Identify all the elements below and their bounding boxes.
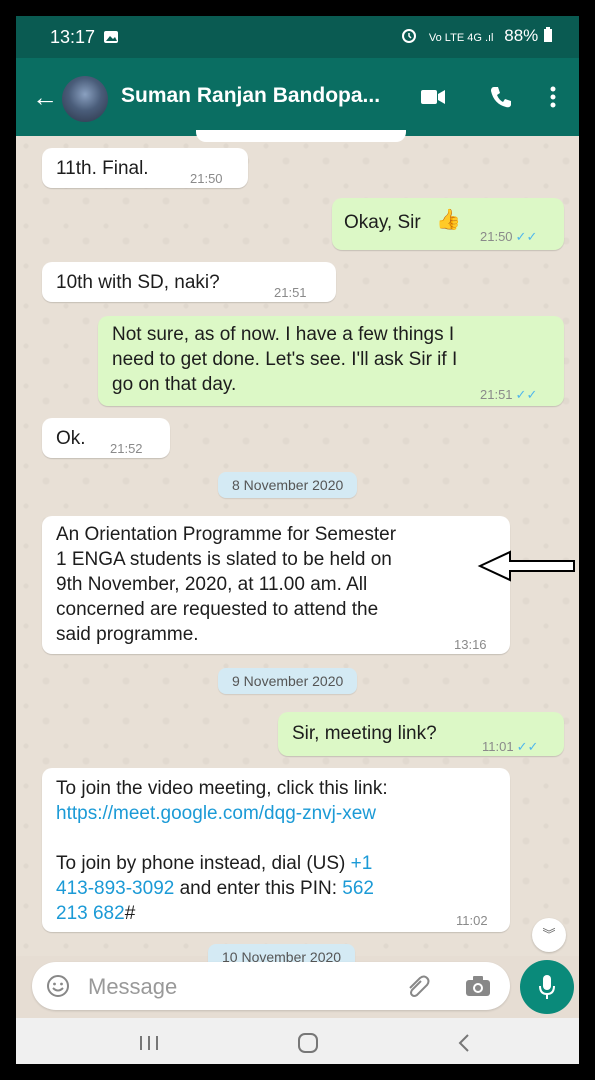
message-text: Ok. bbox=[56, 428, 86, 449]
message-input[interactable]: Message bbox=[32, 962, 510, 1010]
previous-bubble-edge bbox=[196, 130, 406, 142]
annotation-arrow bbox=[477, 550, 575, 582]
message-bubble[interactable]: To join the video meeting, click this li… bbox=[42, 768, 510, 932]
mic-icon bbox=[539, 975, 555, 999]
message-bubble[interactable]: 11th. Final. 21:50 bbox=[42, 148, 248, 188]
phone-link[interactable]: +1 bbox=[351, 853, 373, 874]
status-right: Vo LTE 4G .ıl 88% bbox=[400, 26, 553, 46]
system-nav-bar bbox=[16, 1018, 579, 1064]
image-icon bbox=[104, 31, 119, 43]
contact-name[interactable]: Suman Ranjan Bandopa... bbox=[121, 84, 380, 108]
recents-icon[interactable] bbox=[138, 1034, 160, 1052]
battery-level: 88% bbox=[504, 26, 539, 45]
message-time: 11:02 bbox=[456, 913, 488, 928]
arrow-left-icon[interactable]: ← bbox=[32, 84, 58, 110]
read-ticks-icon: ✓✓ bbox=[516, 739, 539, 754]
message-bubble[interactable]: 10th with SD, naki? 21:51 bbox=[42, 262, 336, 302]
video-icon[interactable] bbox=[418, 82, 448, 112]
status-time: 13:17 bbox=[50, 26, 96, 47]
message-text: Okay, Sir bbox=[344, 212, 421, 233]
phone-link[interactable]: 413-893-3092 bbox=[56, 878, 174, 899]
message-bubble[interactable]: Sir, meeting link? 11:01 ✓✓ bbox=[278, 712, 564, 756]
message-text: Sir, meeting link? bbox=[292, 723, 437, 744]
message-text: An Orientation Programme for Semester 1 … bbox=[56, 524, 397, 645]
thumbs-up-icon: 👍 bbox=[436, 209, 461, 231]
more-vert-icon[interactable] bbox=[546, 82, 560, 112]
phone-icon[interactable] bbox=[486, 82, 516, 112]
status-bar: 13:17 Vo LTE 4G .ıl 88% bbox=[16, 16, 579, 58]
input-bar: Message bbox=[16, 956, 579, 1018]
message-time: 21:51 bbox=[274, 285, 307, 300]
message-text: 11th. Final. bbox=[56, 158, 149, 179]
attach-icon[interactable] bbox=[406, 974, 432, 998]
chat-header: ← Suman Ranjan Bandopa... bbox=[16, 58, 579, 136]
date-separator: 8 November 2020 bbox=[218, 472, 358, 498]
message-time: 21:50 bbox=[480, 229, 513, 244]
read-ticks-icon: ✓✓ bbox=[515, 387, 538, 402]
message-text: 10th with SD, naki? bbox=[56, 272, 220, 293]
message-bubble[interactable]: Okay, Sir 👍 21:50 ✓✓ bbox=[332, 198, 564, 250]
network-icon: Vo LTE 4G .ıl bbox=[428, 32, 494, 44]
pin-link[interactable]: 562 bbox=[342, 878, 374, 899]
mic-button[interactable] bbox=[520, 960, 574, 1014]
message-placeholder: Message bbox=[88, 974, 178, 999]
pin-link[interactable]: 213 682 bbox=[56, 903, 125, 924]
back-nav-icon[interactable] bbox=[456, 1032, 472, 1054]
date-separator: 9 November 2020 bbox=[218, 668, 358, 694]
meeting-link[interactable]: https://meet.google.com/dqg-znvj-xew bbox=[56, 801, 388, 826]
message-time: 21:52 bbox=[110, 441, 143, 456]
message-bubble[interactable]: Not sure, as of now. I have a few things… bbox=[98, 316, 564, 406]
message-time: 21:51 bbox=[480, 387, 513, 402]
battery-icon bbox=[544, 27, 552, 42]
message-text: Not sure, as of now. I have a few things… bbox=[112, 324, 458, 395]
message-time: 21:50 bbox=[190, 171, 223, 186]
phone-screen: 13:17 Vo LTE 4G .ıl 88% ← Suman Ranjan B… bbox=[14, 14, 581, 1066]
camera-icon[interactable] bbox=[464, 974, 492, 998]
chevron-double-down-icon[interactable]: ︾ bbox=[532, 918, 566, 952]
message-text: To join the video meeting, click this li… bbox=[56, 778, 388, 924]
message-time: 13:16 bbox=[454, 637, 487, 652]
message-bubble[interactable]: An Orientation Programme for Semester 1 … bbox=[42, 516, 510, 654]
avatar[interactable] bbox=[62, 76, 108, 122]
chat-area[interactable]: 11th. Final. 21:50 Okay, Sir 👍 21:50 ✓✓ 1… bbox=[16, 130, 579, 970]
emoji-icon[interactable] bbox=[46, 974, 70, 998]
message-time: 11:01 bbox=[482, 739, 514, 754]
home-icon[interactable] bbox=[296, 1032, 320, 1054]
read-ticks-icon: ✓✓ bbox=[515, 229, 538, 244]
alarm-icon bbox=[402, 29, 417, 43]
message-bubble[interactable]: Ok. 21:52 bbox=[42, 418, 170, 458]
